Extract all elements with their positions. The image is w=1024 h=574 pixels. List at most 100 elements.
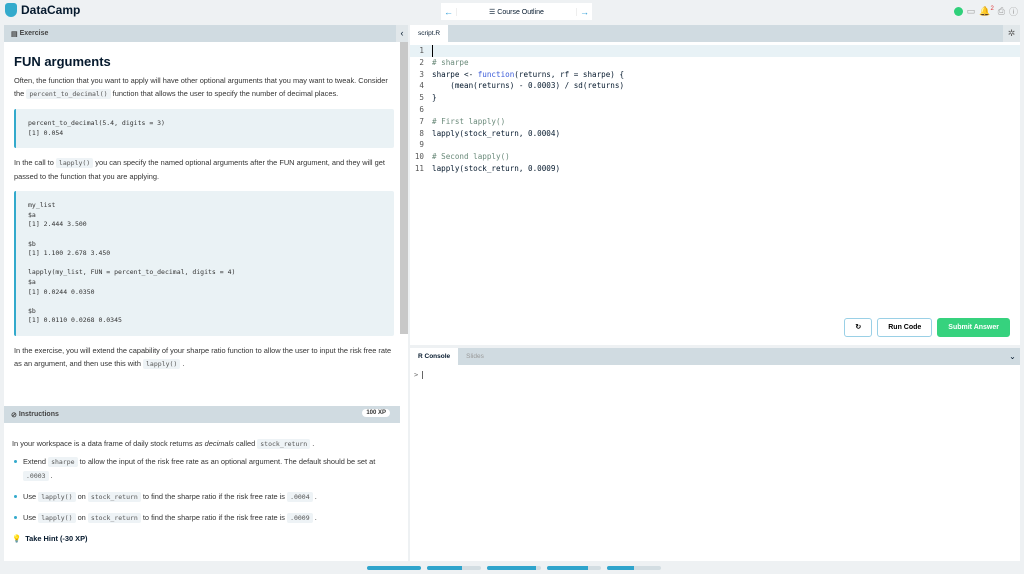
- text: to find the sharpe ratio if the risk fre…: [140, 513, 288, 522]
- console-panel: R Console Slides ⌄ >: [410, 348, 1020, 561]
- next-arrow-icon[interactable]: →: [577, 7, 592, 17]
- datacamp-logo[interactable]: DataCamp: [5, 3, 80, 17]
- notification-count: 2: [990, 6, 994, 12]
- code-line: 5}: [410, 92, 1020, 104]
- code-line: 2 # sharpe: [410, 57, 1020, 69]
- line-number: 8: [419, 128, 424, 138]
- text: .: [48, 471, 53, 480]
- exercise-icon: ▤: [11, 30, 20, 38]
- code-text: sharpe <- function(returns, rf = sharpe)…: [432, 69, 625, 79]
- instructions-label: Instructions: [18, 411, 59, 418]
- inline-code: sharpe: [48, 457, 78, 467]
- line-number: 6: [419, 104, 424, 114]
- instruction-item: Extend sharpe to allow the input of the …: [12, 455, 392, 483]
- settings-icon[interactable]: ✲: [1003, 25, 1020, 42]
- code-block: my_list $a [1] 2.444 3.500 $b [1] 1.100 …: [14, 191, 394, 336]
- reset-icon: ↻: [855, 324, 862, 331]
- code-line: 9: [410, 139, 1020, 151]
- chevron-down-icon[interactable]: ⌄: [1005, 348, 1020, 365]
- progress-segment[interactable]: [487, 566, 541, 570]
- instruction-item: Use lapply() on stock_return to find the…: [12, 490, 392, 504]
- inline-code: .0003: [23, 471, 49, 481]
- instructions-section: ⊘ Instructions 100 XP In your workspace i…: [4, 406, 400, 559]
- exercise-panel: ▤ Exercise ‹ FUN arguments Often, the fu…: [4, 25, 408, 561]
- text: on: [75, 513, 88, 522]
- progress-fill: [547, 566, 588, 570]
- collapse-panel-button[interactable]: ‹: [396, 25, 408, 42]
- console-input[interactable]: >: [410, 365, 1020, 385]
- prev-arrow-icon[interactable]: ←: [441, 7, 456, 17]
- video-icon[interactable]: ▭: [967, 6, 976, 17]
- exercise-header-label: Exercise: [19, 30, 49, 37]
- info-icon[interactable]: ⓘ: [1009, 5, 1018, 18]
- inline-code: lapply(): [38, 513, 76, 523]
- instruction-item: Use lapply() on stock_return to find the…: [12, 511, 392, 525]
- line-number: 5: [419, 93, 424, 103]
- editor-tabs: script.R: [410, 25, 1020, 42]
- inline-code: percent_to_decimal(): [26, 89, 111, 99]
- submit-answer-button[interactable]: Submit Answer: [937, 318, 1010, 337]
- inline-code: lapply(): [38, 492, 76, 502]
- paragraph: In the call to lapply() you can specify …: [14, 156, 394, 183]
- code-line: 8 lapply(stock_return, 0.0004): [410, 128, 1020, 140]
- exercise-content: FUN arguments Often, the function that y…: [14, 55, 394, 371]
- code-line: 11 lapply(stock_return, 0.0009): [410, 163, 1020, 175]
- code-text: lapply(stock_return, 0.0009): [432, 163, 561, 173]
- tab-script-r[interactable]: script.R: [410, 25, 449, 42]
- course-nav: ← ☰ Course Outline →: [441, 3, 592, 20]
- reset-button[interactable]: ↻: [844, 318, 873, 337]
- tab-r-console[interactable]: R Console: [410, 348, 459, 365]
- code-text: }: [432, 93, 437, 103]
- tab-slides[interactable]: Slides: [458, 348, 492, 365]
- text: function that allows the user to specify…: [110, 89, 339, 98]
- line-number: 4: [419, 81, 424, 91]
- notifications-icon[interactable]: 🔔2: [979, 6, 994, 17]
- progress-fill: [367, 566, 421, 570]
- course-outline-button[interactable]: ☰ Course Outline: [456, 7, 577, 16]
- run-code-button[interactable]: Run Code: [877, 318, 933, 337]
- take-hint-button[interactable]: 💡 Take Hint (-30 XP): [12, 532, 392, 545]
- inline-code: .0004: [287, 492, 313, 502]
- text: In the exercise, you will extend the cap…: [14, 345, 392, 368]
- paragraph: In the exercise, you will extend the cap…: [14, 344, 394, 371]
- progress-fill: [607, 566, 634, 570]
- line-number: 11: [414, 163, 424, 173]
- line-number: 3: [419, 69, 424, 79]
- course-progress: [367, 566, 661, 570]
- slides-pdf-icon[interactable]: ⎙: [998, 6, 1005, 17]
- code-area[interactable]: 1 2 # sharpe 3 sharpe <- function(returns, r…: [410, 45, 1020, 175]
- text: called: [233, 439, 258, 448]
- text: Use: [23, 492, 39, 501]
- progress-segment[interactable]: [427, 566, 481, 570]
- text: .: [312, 513, 317, 522]
- inline-code: stock_return: [257, 439, 311, 449]
- course-outline-label: Course Outline: [497, 8, 544, 16]
- code-text: # First lapply(): [432, 116, 506, 126]
- text: In the call to: [14, 158, 56, 168]
- text: to allow the input of the risk free rate…: [77, 457, 376, 466]
- progress-segment[interactable]: [547, 566, 601, 570]
- code-line: 4 (mean(returns) - 0.0003) / sd(returns): [410, 80, 1020, 92]
- scrollbar[interactable]: [400, 42, 408, 334]
- line-number: 7: [419, 116, 424, 126]
- code-line: 6: [410, 104, 1020, 116]
- line-number: 10: [414, 152, 424, 162]
- progress-segment[interactable]: [607, 566, 661, 570]
- code-line: 7 # First lapply(): [410, 116, 1020, 128]
- code-text: lapply(stock_return, 0.0004): [432, 128, 561, 138]
- datacamp-shield-icon: [5, 3, 17, 17]
- inline-code: .0009: [287, 513, 313, 523]
- progress-segment[interactable]: [367, 566, 421, 570]
- code-line: 10 # Second lapply(): [410, 151, 1020, 163]
- text: In your workspace is a data frame of dai…: [12, 439, 195, 448]
- code-text: # sharpe: [432, 57, 469, 67]
- code-editor: script.R ✲ 1 2 # sharpe 3 sharpe <- function…: [410, 25, 1020, 345]
- progress-fill: [487, 566, 536, 570]
- xp-badge: 100 XP: [362, 409, 390, 417]
- exercise-header: ▤ Exercise: [4, 25, 408, 42]
- paragraph: Often, the function that you want to app…: [14, 74, 394, 101]
- code-text: (mean(returns) - 0.0003) / sd(returns): [432, 81, 625, 91]
- instructions-intro: In your workspace is a data frame of dai…: [12, 437, 392, 451]
- inline-code: lapply(): [143, 358, 181, 369]
- text: to find the sharpe ratio if the risk fre…: [140, 492, 288, 501]
